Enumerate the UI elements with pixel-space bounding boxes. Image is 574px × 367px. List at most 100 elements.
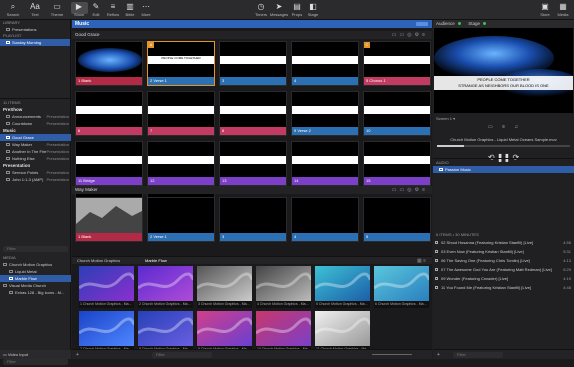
media-thumbnail[interactable]: 1 Church Motion Graphics - Ma... [79,266,134,308]
theme-button[interactable]: ▭ Theme [46,2,68,19]
zoom-slider[interactable] [372,354,412,355]
search-button[interactable]: ⌕ Search [2,2,24,19]
gear-icon[interactable] [416,22,428,26]
song-header-way-maker[interactable]: Way Maker ▭▭◎⚙≡ [72,186,432,194]
media-tab[interactable]: Church Motion Graphics [74,258,123,264]
add-icon[interactable]: + [76,352,79,358]
slide-thumbnail[interactable]: 3 [219,197,287,242]
song-tools-icons[interactable]: ▭▭◎⚙≡ [392,186,428,194]
playlist-item[interactable]: Countdown Presentation [0,120,71,127]
media-playlist-icon [9,277,13,281]
preview-layer-icons[interactable]: ▭ ≡ ♫ [488,124,522,130]
slide-thumbnail[interactable]: PEOPLE COME TOGETHER A 2 Verse 1 [147,41,215,86]
audio-filter-input[interactable]: Filter [453,352,503,358]
text-button[interactable]: Aa Text [24,2,46,19]
media-playlist[interactable]: Extras 128 - Big Icons - M... [0,289,71,296]
media-thumbnail[interactable]: 5 Church Motion Graphics - Ma... [315,266,370,308]
slide-label-bar: 7 [148,127,214,135]
slide-image [76,142,142,178]
audio-track[interactable]: 03 Even Now (Featuring Kristian Stanfill… [433,247,574,256]
grid-view-icon[interactable]: ▦ ≡ [417,258,426,264]
slide-image [364,42,430,78]
media-filter-input[interactable]: Filter [152,352,212,358]
audio-track[interactable]: 09 Wonder (Featuring Crowder) [Live] 4:19 [433,274,574,283]
slide-thumbnail[interactable]: 10 [363,91,431,136]
audio-track[interactable]: 02 Shout Hosanna (Featuring Kristian Sta… [433,238,574,247]
slide-thumbnail[interactable]: 6 [75,91,143,136]
slide-thumbnail[interactable]: 1 Blank [75,197,143,242]
playlist-sunday-morning[interactable]: Sunday Morning [0,39,70,46]
media-filter-input[interactable]: Filter [3,359,68,365]
group-presentation[interactable]: Presentation [0,162,71,169]
media-thumbnail[interactable]: 4 Church Motion Graphics - Ma... [256,266,311,308]
media-thumbnail[interactable]: 3 Church Motion Graphics - Ma... [197,266,252,308]
media-thumbnail[interactable]: 7 Church Motion Graphics - Ma... [79,311,134,353]
group-music[interactable]: Music [0,127,71,134]
slide-label-bar: 5 Chorus 1 [364,77,430,85]
add-icon[interactable]: + [437,352,440,358]
track-icon [435,277,438,280]
song-tools-icons[interactable]: ▭▭◎⚙≡ [392,31,428,39]
slide-lyric-strip [76,106,142,114]
media-tab-selected[interactable]: Marble Flow [142,258,170,264]
more-button[interactable]: ⋯ More [135,2,157,19]
presentation-icon [6,115,10,119]
slide-thumbnail[interactable]: 14 [291,141,359,186]
library-item-presentations[interactable]: Presentations [0,26,70,33]
media-progress[interactable] [437,145,570,147]
slide-thumbnail[interactable]: 12 [147,141,215,186]
media-button[interactable]: ▦ Media [552,2,574,19]
media-folder[interactable]: Church Motion Graphics [0,261,71,268]
media-thumbnail[interactable]: 9 Church Motion Graphics - Ma... [197,311,252,353]
slide-thumbnail[interactable]: 5 [363,197,431,242]
tab-stage[interactable]: Stage [468,21,480,26]
media-thumbnail[interactable]: 11 Church Motion Graphics - Ma... [315,311,370,353]
media-thumbnail[interactable]: 8 Church Motion Graphics - Ma... [138,311,193,353]
slide-thumbnail[interactable]: 3 [219,41,287,86]
playlist-item[interactable]: John 1:1-3 (AMP) Presentation [0,176,71,183]
slide-image [292,92,358,128]
playlist-item[interactable]: Announcements Presentation [0,113,71,120]
playlist-item[interactable]: Way Maker Presentation [0,141,71,148]
slide-thumbnail[interactable]: 2 Verse 1 [147,197,215,242]
slide-thumbnail[interactable]: 7 [147,91,215,136]
media-thumbnail[interactable]: 10 Church Motion Graphics - Ma... [256,311,311,353]
screen-selector[interactable]: Screen 1 ▾ [436,116,455,121]
slide-thumbnail[interactable]: 4 [291,197,359,242]
media-folder[interactable]: Visual Media Church [0,282,71,289]
media-preview [256,266,311,301]
song-header-good-grace[interactable]: Good Grace ▭▭◎⚙≡ [72,31,432,39]
slide-thumbnail[interactable]: 9 Verse 2 [291,91,359,136]
slide-lyric-strip [76,156,142,164]
slide-thumbnail[interactable]: 13 [219,141,287,186]
media-preview [315,311,370,346]
media-preview [315,266,370,301]
tab-audience[interactable]: Audience [436,21,455,26]
playlist-filter-input[interactable]: Filter [3,246,68,252]
video-input-row[interactable]: ▭ Video Input [0,350,71,359]
stage-button[interactable]: ◧ Stage [302,2,324,19]
audio-playlist-selected[interactable]: Passion Music [433,166,574,173]
slide-thumbnail[interactable]: C 5 Chorus 1 [363,41,431,86]
playlist-item[interactable]: Another In The Fire Presentation [0,148,71,155]
slide-thumbnail[interactable]: 8 [219,91,287,136]
group-preshow[interactable]: PreShow [0,106,71,113]
media-thumbnail[interactable]: 2 Church Motion Graphics - Ma... [138,266,193,308]
slide-lyric-strip [364,156,430,164]
playlist-item[interactable]: Nothing Else Presentation [0,155,71,162]
media-thumbnail[interactable]: 6 Church Motion Graphics - Ma... [374,266,429,308]
audio-track[interactable]: 07 The Awesome God You Are (Featuring Ma… [433,265,574,274]
media-playlist[interactable]: Liquid Metal [0,268,71,275]
playlist-item[interactable]: Sermon Points Presentation [0,169,71,176]
slide-thumbnail[interactable]: 11 Bridge [75,141,143,186]
slide-lyric-strip [364,56,430,64]
slide-thumbnail[interactable]: 1 Blank [75,41,143,86]
slide-thumbnail[interactable]: 4 [291,41,359,86]
audio-track[interactable]: 11 You Found Me (Featuring Kristian Stan… [433,283,574,292]
audio-track[interactable]: 06 The Saving One (Featuring Chris Tomli… [433,256,574,265]
playlist-item-selected[interactable]: Good Grace [0,134,71,141]
more-icon: ⋯ [142,2,150,11]
slide-thumbnail[interactable]: 15 [363,141,431,186]
media-preview [197,266,252,301]
media-playlist-selected[interactable]: Marble Flow [0,275,71,282]
